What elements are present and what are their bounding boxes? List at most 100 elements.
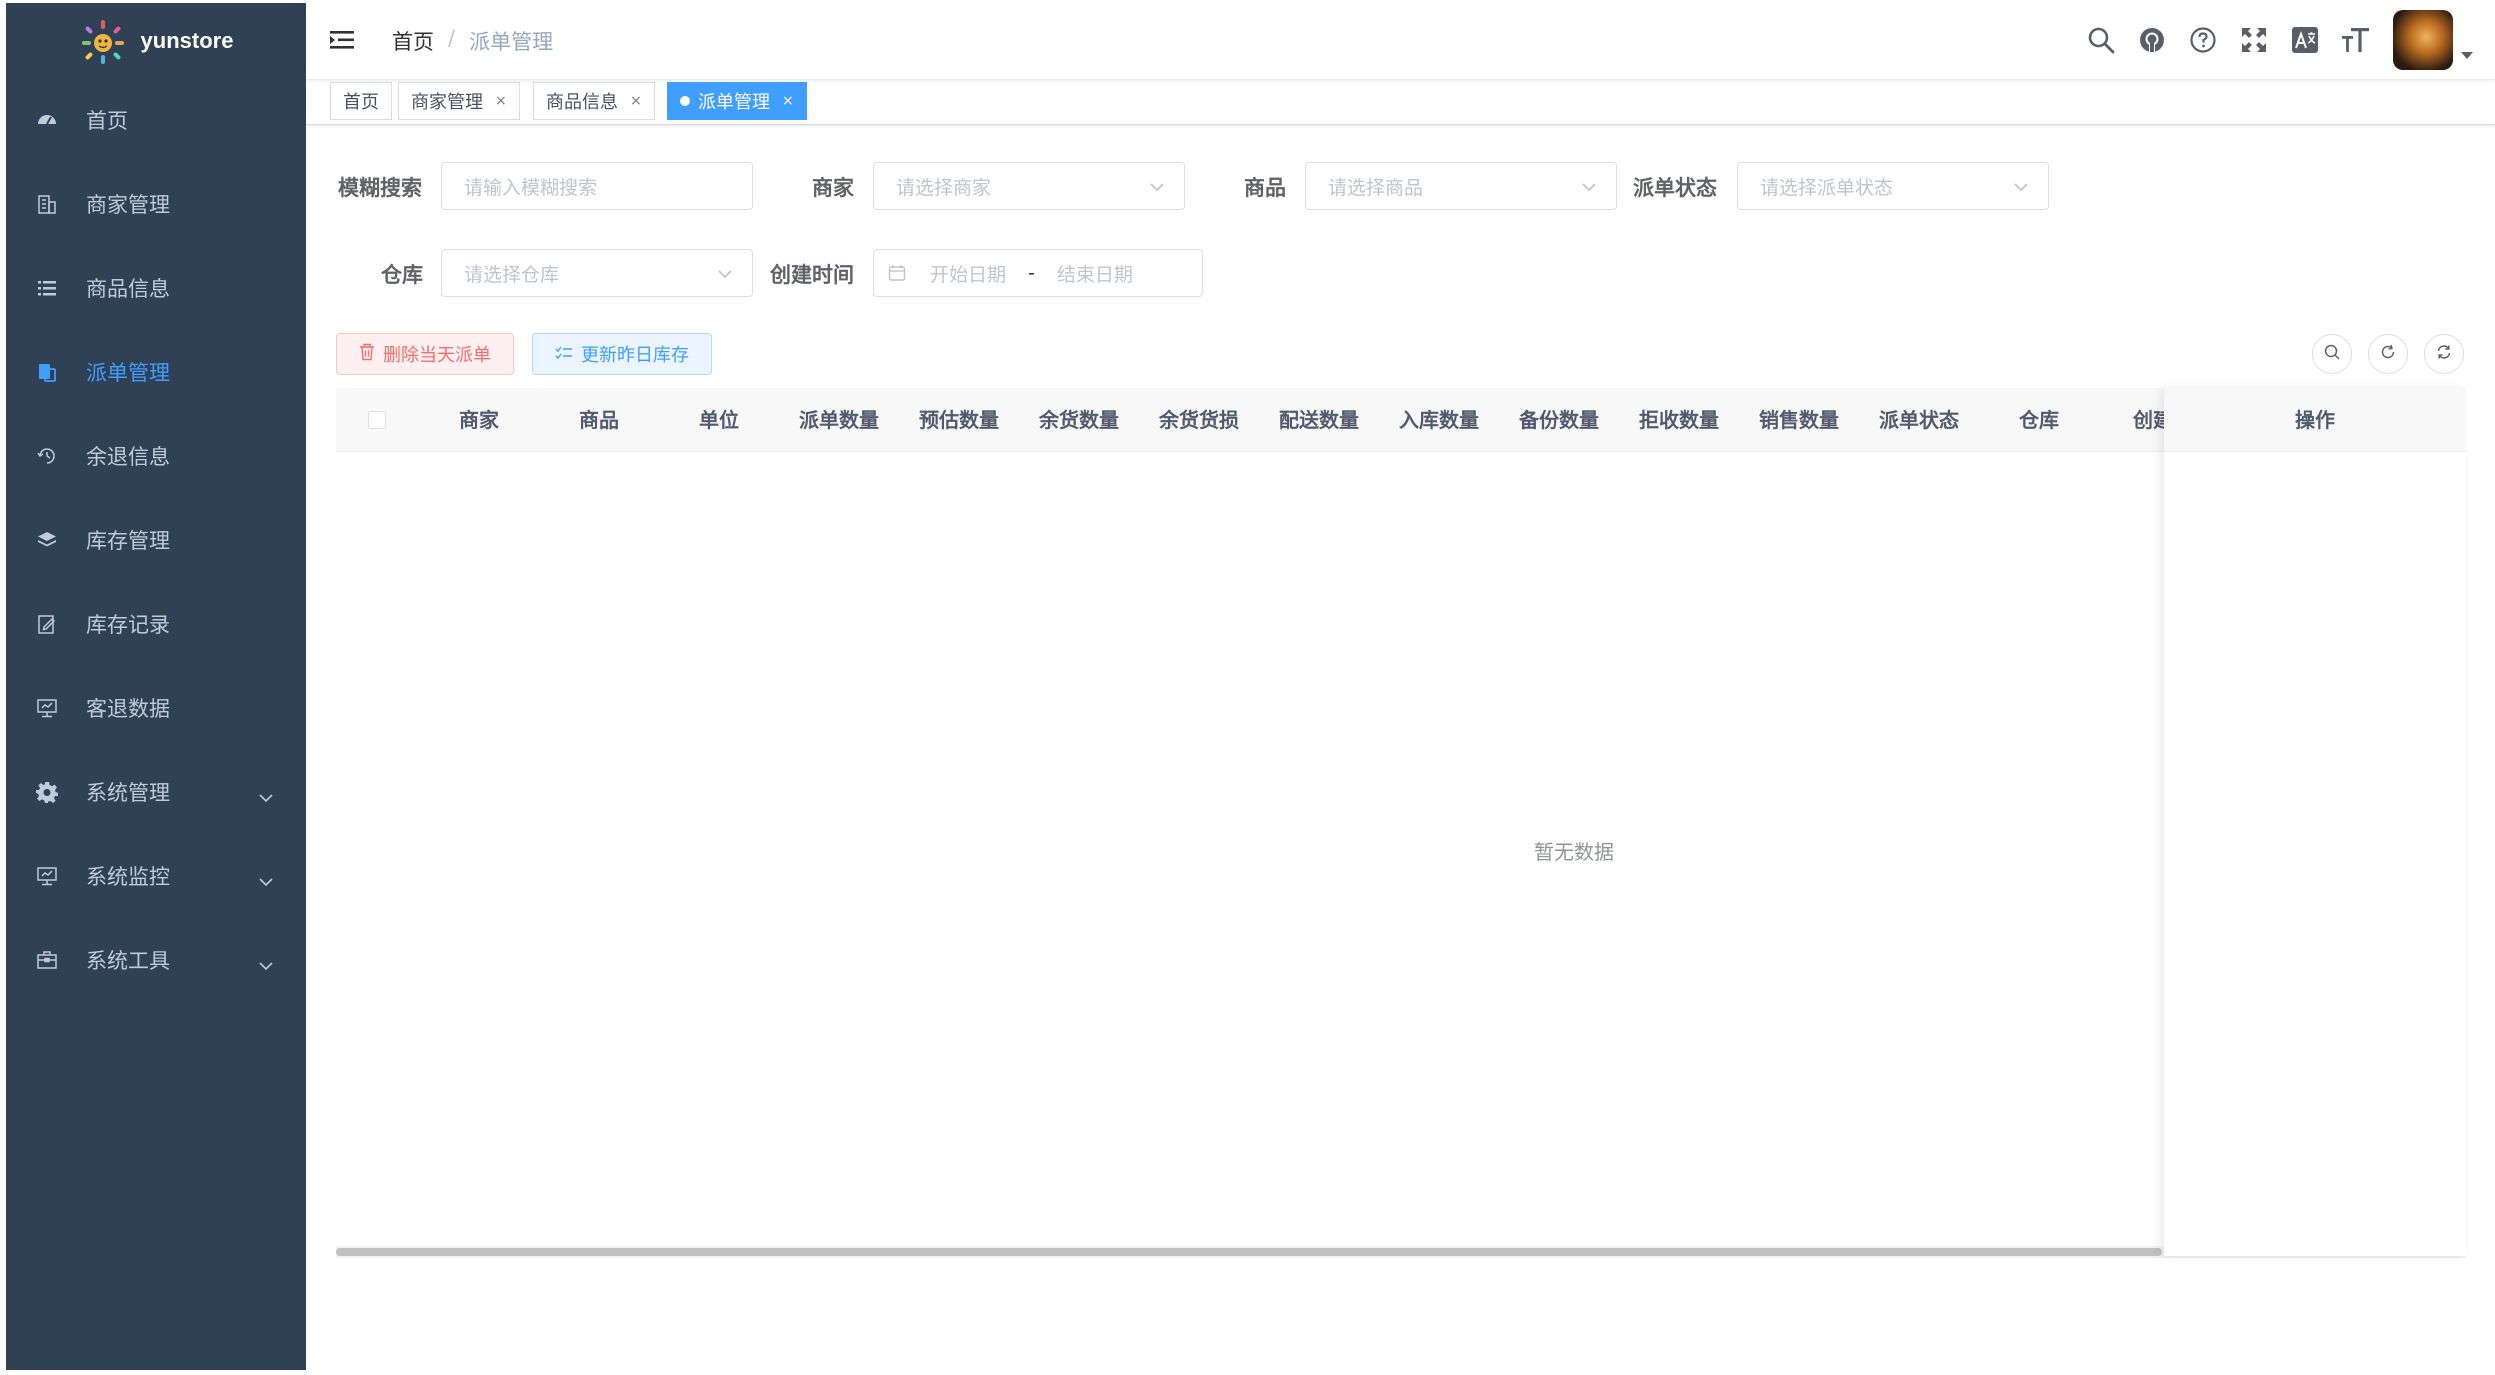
breadcrumb-separator: /	[448, 26, 456, 50]
sidebar-item-label: 客退数据	[86, 697, 170, 721]
horizontal-scrollbar[interactable]	[336, 1248, 2162, 1256]
tag-label: 商家管理	[411, 92, 483, 113]
layers-icon	[36, 529, 58, 551]
update-yesterday-stock-button[interactable]: 更新昨日库存	[532, 333, 712, 375]
chevron-down-icon	[716, 264, 734, 287]
calendar-icon	[888, 264, 906, 282]
end-date-placeholder[interactable]: 结束日期	[1057, 260, 1133, 287]
search-icon[interactable]	[2075, 15, 2126, 66]
chevron-down-icon	[2012, 177, 2030, 200]
breadcrumb-home[interactable]: 首页	[392, 26, 434, 56]
merchant-select[interactable]: 请选择商家	[873, 162, 1185, 210]
dashboard-icon	[36, 109, 58, 131]
date-range-picker[interactable]: 开始日期 - 结束日期	[873, 249, 1203, 297]
tag-2[interactable]: 商品信息 ×	[533, 82, 655, 120]
sidebar-item-label: 系统管理	[86, 781, 170, 805]
created-time-label: 创建时间	[770, 263, 854, 287]
sidebar-item-7[interactable]: 客退数据	[6, 666, 306, 750]
caret-down-icon[interactable]	[2461, 45, 2473, 64]
column-header-11: 销售数量	[1759, 408, 1839, 432]
columns-toggle-button[interactable]	[2424, 334, 2464, 374]
sync-icon	[2435, 343, 2453, 365]
empty-text: 暂无数据	[1534, 840, 1614, 864]
close-icon[interactable]: ×	[782, 93, 794, 109]
hamburger-icon[interactable]	[330, 28, 356, 56]
building-icon	[36, 193, 58, 215]
close-icon[interactable]: ×	[495, 93, 507, 109]
list-icon	[36, 277, 58, 299]
tag-3[interactable]: 派单管理 ×	[667, 82, 807, 120]
edit-icon	[36, 613, 58, 635]
select-all-checkbox[interactable]	[368, 411, 386, 429]
tag-1[interactable]: 商家管理 ×	[398, 82, 520, 120]
sidebar-item-9[interactable]: 系统监控	[6, 834, 306, 918]
tag-label: 首页	[343, 92, 379, 113]
sidebar-item-label: 余退信息	[86, 445, 170, 469]
monitor-icon	[36, 697, 58, 719]
fuzzy-search-input[interactable]: 请输入模糊搜索	[441, 162, 753, 210]
product-placeholder: 请选择商品	[1328, 176, 1424, 199]
tag-label: 商品信息	[546, 92, 618, 113]
sidebar-item-5[interactable]: 库存管理	[6, 498, 306, 582]
chevron-down-icon	[1148, 177, 1166, 200]
sidebar-item-4[interactable]: 余退信息	[6, 414, 306, 498]
column-header-1: 商品	[579, 408, 619, 432]
font-size-icon[interactable]	[2330, 15, 2381, 66]
gear-icon	[36, 781, 58, 803]
update-yesterday-stock-label: 更新昨日库存	[581, 345, 689, 365]
delete-today-dispatch-button[interactable]: 删除当天派单	[336, 333, 514, 375]
table-header: 商家 商品 单位 派单数量 预估数量 余货数量 余货货损 配送数量 入库数量 备份数量 拒收数量 销售…	[336, 388, 2466, 452]
fuzzy-search-label: 模糊搜索	[338, 176, 422, 200]
sidebar-item-8[interactable]: 系统管理	[6, 750, 306, 834]
chevron-down-icon	[258, 784, 274, 808]
column-header-10: 拒收数量	[1639, 408, 1719, 432]
column-header-9: 备份数量	[1519, 408, 1599, 432]
avatar[interactable]	[2393, 10, 2453, 70]
delete-today-dispatch-label: 删除当天派单	[383, 345, 491, 365]
logo-icon	[79, 17, 127, 65]
help-icon[interactable]	[2177, 15, 2228, 66]
app-name: yunstore	[140, 27, 234, 53]
warehouse-select[interactable]: 请选择仓库	[441, 249, 753, 297]
column-header-actions: 操作	[2164, 388, 2466, 452]
sidebar-item-0[interactable]: 首页	[6, 78, 306, 162]
sidebar-item-2[interactable]: 商品信息	[6, 246, 306, 330]
start-date-placeholder[interactable]: 开始日期	[930, 260, 1006, 287]
column-header-3: 派单数量	[799, 408, 879, 432]
dispatch-icon	[36, 361, 58, 383]
active-dot-icon	[680, 96, 690, 106]
column-header-0: 商家	[459, 408, 499, 432]
translate-icon[interactable]	[2279, 15, 2330, 66]
search-icon	[2323, 343, 2341, 365]
warehouse-placeholder: 请选择仓库	[464, 263, 560, 286]
github-icon[interactable]	[2126, 15, 2177, 66]
dispatch-status-select[interactable]: 请选择派单状态	[1737, 162, 2049, 210]
trash-icon	[359, 343, 375, 366]
sidebar-item-label: 首页	[86, 109, 128, 133]
chevron-down-icon	[258, 952, 274, 976]
sidebar-item-1[interactable]: 商家管理	[6, 162, 306, 246]
fullscreen-icon[interactable]	[2228, 15, 2279, 66]
column-header-2: 单位	[699, 408, 739, 432]
sidebar-item-6[interactable]: 库存记录	[6, 582, 306, 666]
sidebar-item-10[interactable]: 系统工具	[6, 918, 306, 1002]
close-icon[interactable]: ×	[630, 93, 642, 109]
sidebar-item-3[interactable]: 派单管理	[6, 330, 306, 414]
date-range-separator: -	[1028, 262, 1035, 284]
product-label: 商品	[1244, 176, 1286, 200]
column-header-13: 仓库	[2019, 408, 2059, 432]
navbar: 首页 / 派单管理	[306, 0, 2495, 80]
product-select[interactable]: 请选择商品	[1305, 162, 1617, 210]
dispatch-status-label: 派单状态	[1633, 176, 1717, 200]
tag-0[interactable]: 首页	[330, 82, 392, 120]
toolbox-icon	[36, 949, 58, 971]
merchant-label: 商家	[812, 176, 854, 200]
refresh-button[interactable]	[2368, 334, 2408, 374]
toggle-search-button[interactable]	[2312, 334, 2352, 374]
refresh-icon	[2379, 343, 2397, 365]
column-header-8: 入库数量	[1399, 408, 1479, 432]
column-header-12: 派单状态	[1879, 408, 1959, 432]
logo[interactable]: yunstore	[6, 3, 306, 78]
navbar-right	[2075, 0, 2495, 80]
breadcrumb: 首页 / 派单管理	[392, 26, 553, 56]
